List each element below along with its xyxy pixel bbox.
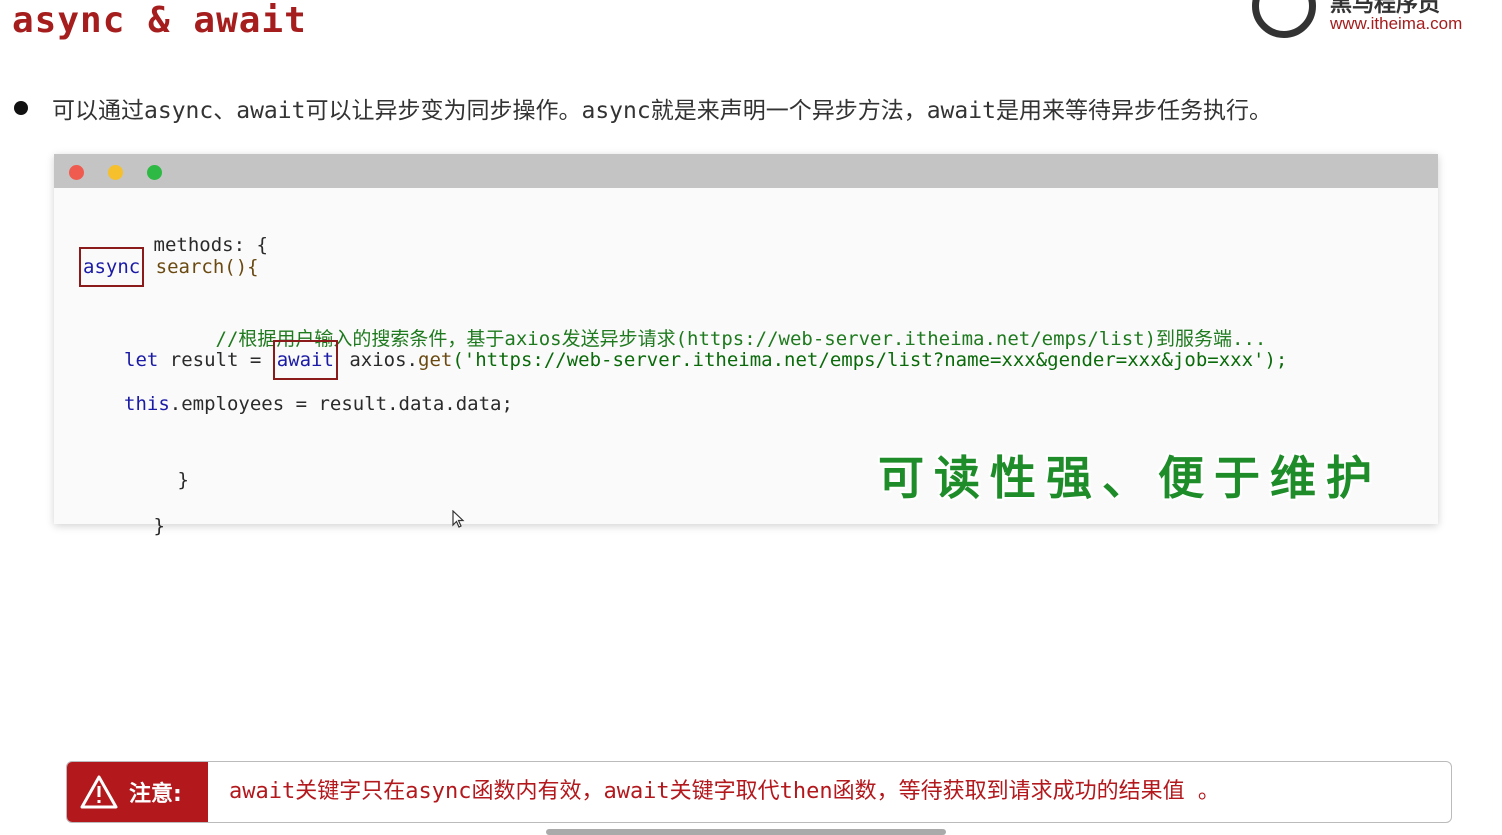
note-text: await关键字只在async函数内有效，await关键字取代then函数，等待… [229, 779, 1220, 804]
code-let: let [124, 349, 159, 371]
bullet-dot-icon [14, 101, 28, 115]
code-line-2: async search(){ [79, 247, 259, 287]
code-get: get [418, 349, 453, 371]
maximize-dot-icon [147, 165, 162, 180]
code-url: ('https://web-server.itheima.net/emps/li… [452, 349, 1288, 371]
code-employees: .employees = result.data.data; [169, 393, 513, 415]
minimize-dot-icon [108, 165, 123, 180]
code-line-6: } [86, 438, 189, 491]
code-line-4: let result = await axios.get('https://we… [124, 340, 1288, 380]
code-line-5: this.employees = result.data.data; [124, 390, 513, 418]
window-titlebar [54, 154, 1438, 188]
bullet-point: 可以通过async、await可以让异步变为同步操作。async就是来声明一个异… [14, 88, 1494, 128]
slogan-text: 可读性强、便于维护 [878, 451, 1382, 505]
mouse-cursor-icon [452, 510, 465, 528]
logo-emblem-icon [1252, 0, 1316, 38]
code-this: this [124, 393, 170, 415]
slide: async & await 黑马程序员 www.itheima.com 可以通过… [0, 0, 1502, 835]
code-search-signature: search(){ [144, 256, 259, 278]
brand-logo: 黑马程序员 www.itheima.com [1252, 0, 1492, 40]
logo-url: www.itheima.com [1330, 14, 1463, 33]
slide-title: async & await [12, 0, 307, 41]
note-label: 注意: [67, 762, 208, 822]
code-line-1: methods: { [62, 203, 268, 256]
await-keyword-highlight: await [272, 340, 338, 380]
code-line-3: //根据用户输入的搜索条件，基于axios发送异步请求(https://web-… [124, 297, 1267, 350]
async-keyword-highlight: async [79, 247, 145, 287]
code-close-brace: } [177, 469, 189, 491]
code-line-7: } [62, 484, 165, 537]
note-box: 注意: await关键字只在async函数内有效，await关键字取代then函… [66, 761, 1452, 823]
note-label-text: 注意: [129, 782, 182, 807]
code-axios: axios. [337, 349, 418, 371]
code-result: result = [158, 349, 273, 371]
horizontal-scrollbar[interactable] [546, 829, 946, 835]
close-dot-icon [69, 165, 84, 180]
code-close-brace: } [153, 515, 165, 537]
warning-icon [80, 775, 118, 809]
bullet-text: 可以通过async、await可以让异步变为同步操作。async就是来声明一个异… [52, 98, 1272, 124]
